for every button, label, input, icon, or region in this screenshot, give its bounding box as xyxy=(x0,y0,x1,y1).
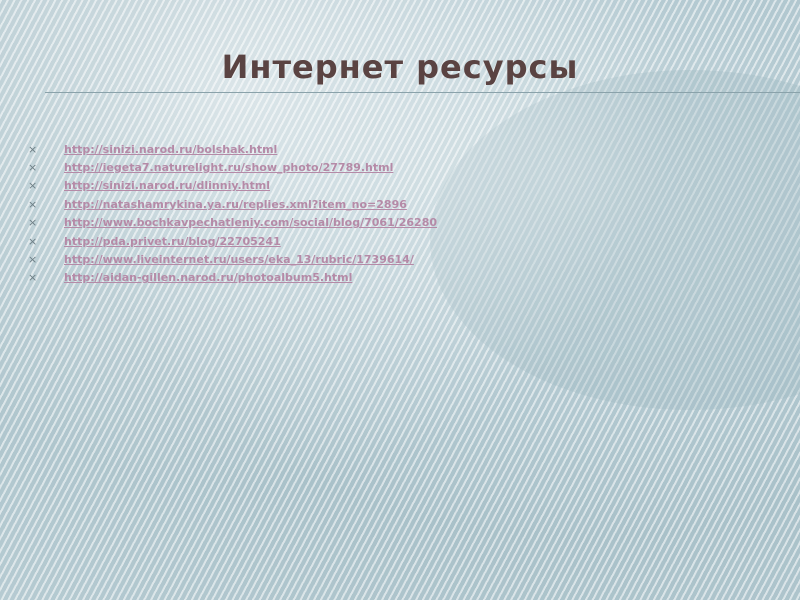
x-bullet-icon: × xyxy=(28,234,38,248)
x-bullet-icon: × xyxy=(28,142,38,156)
x-bullet-icon: × xyxy=(28,271,38,285)
x-bullet-icon: × xyxy=(28,253,38,267)
resource-link-list: × http://sinizi.narod.ru/bolshak.html × … xyxy=(28,140,437,287)
resource-link[interactable]: http://natashamrykina.ya.ru/replies.xml?… xyxy=(64,198,407,211)
list-item: × http://sinizi.narod.ru/bolshak.html xyxy=(28,140,437,158)
list-item: × http://www.bochkavpechatleniy.com/soci… xyxy=(28,214,437,232)
list-item: × http://natashamrykina.ya.ru/replies.xm… xyxy=(28,195,437,213)
list-item: × http://iegeta7.naturelight.ru/show_pho… xyxy=(28,158,437,176)
list-item: × http://www.liveinternet.ru/users/eka_1… xyxy=(28,250,437,268)
resource-link[interactable]: http://aidan-gillen.narod.ru/photoalbum5… xyxy=(64,271,352,284)
x-bullet-icon: × xyxy=(28,216,38,230)
resource-link[interactable]: http://www.liveinternet.ru/users/eka_13/… xyxy=(64,253,414,266)
x-bullet-icon: × xyxy=(28,161,38,175)
list-item: × http://aidan-gillen.narod.ru/photoalbu… xyxy=(28,269,437,287)
resource-link[interactable]: http://sinizi.narod.ru/dlinniy.html xyxy=(64,179,270,192)
resource-link[interactable]: http://sinizi.narod.ru/bolshak.html xyxy=(64,143,277,156)
x-bullet-icon: × xyxy=(28,197,38,211)
title-divider xyxy=(45,92,800,93)
slide-background: Интернет ресурсы × http://sinizi.narod.r… xyxy=(0,0,800,600)
slide-title: Интернет ресурсы xyxy=(221,48,579,86)
background-swoosh xyxy=(430,70,800,410)
resource-link[interactable]: http://www.bochkavpechatleniy.com/social… xyxy=(64,216,437,229)
list-item: × http://sinizi.narod.ru/dlinniy.html xyxy=(28,177,437,195)
x-bullet-icon: × xyxy=(28,179,38,193)
resource-link[interactable]: http://iegeta7.naturelight.ru/show_photo… xyxy=(64,161,393,174)
resource-link[interactable]: http://pda.privet.ru/blog/22705241 xyxy=(64,235,281,248)
background-highlight xyxy=(0,0,800,600)
list-item: × http://pda.privet.ru/blog/22705241 xyxy=(28,232,437,250)
